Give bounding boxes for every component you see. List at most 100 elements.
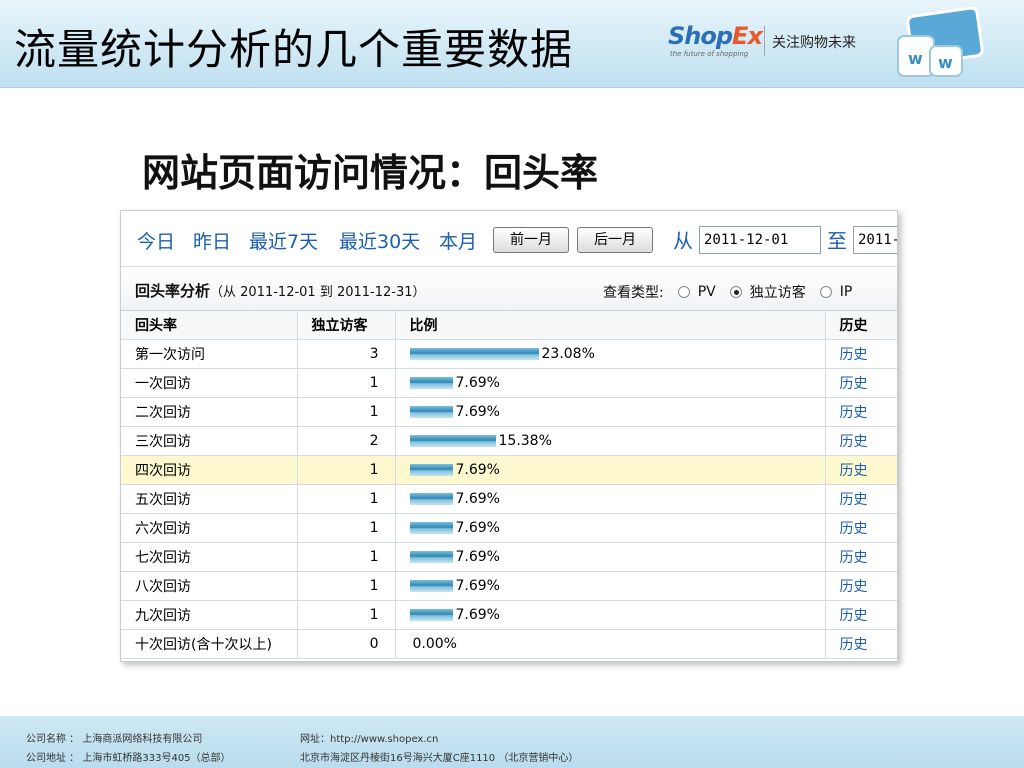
history-link[interactable]: 历史 (840, 434, 868, 450)
row-label: 六次回访 (121, 513, 298, 543)
row-ratio: 7.69% (395, 542, 826, 572)
logo-slogan: 关注购物未来 (772, 35, 856, 51)
www-icon: w w (880, 6, 990, 82)
logo-wordmark: ShopEx (668, 22, 763, 50)
row-label: 第一次访问 (121, 339, 298, 369)
view-type-pv-radio[interactable] (677, 286, 690, 298)
prev-month-button[interactable]: 前一月 (493, 227, 569, 253)
row-visitors: 1 (297, 571, 396, 601)
row-label: 九次回访 (121, 600, 298, 630)
logo-tagline: the future of shopping (670, 50, 749, 58)
table-row: 第一次访问 3 23.08% 历史 (121, 339, 897, 369)
view-type-unique-visitor-label: 独立访客 (749, 285, 806, 301)
row-visitors: 1 (297, 513, 396, 543)
column-header-return-rate: 回头率 (121, 311, 298, 340)
svg-text:w: w (908, 49, 923, 68)
view-type-pv-label: PV (697, 284, 716, 300)
ratio-bar (409, 434, 496, 447)
row-label: 八次回访 (121, 571, 298, 601)
ratio-percent: 7.69% (455, 490, 500, 507)
row-visitors: 1 (297, 542, 396, 572)
ratio-percent: 7.69% (455, 519, 500, 536)
history-link[interactable]: 历史 (840, 637, 868, 653)
table-row: 七次回访 1 7.69% 历史 (121, 542, 897, 572)
return-rate-table: 回头率 独立访客 比例 历史 第一次访问 3 23.08% 历史 一次回访 1 7.69% 历… (121, 311, 897, 659)
row-history: 历史 (825, 339, 897, 369)
to-date-input[interactable]: 2011- (853, 226, 897, 254)
date-link-today[interactable]: 今日 (137, 227, 175, 254)
view-type-ip-radio[interactable] (819, 286, 832, 298)
table-row: 五次回访 1 7.69% 历史 (121, 484, 897, 514)
column-header-visitors: 独立访客 (297, 311, 396, 340)
history-link[interactable]: 历史 (840, 608, 868, 624)
slide-title: 流量统计分析的几个重要数据 (14, 25, 574, 74)
date-link-this-month[interactable]: 本月 (439, 227, 477, 254)
ratio-percent: 7.69% (455, 461, 500, 478)
analysis-header: 回头率分析（从 2011-12-01 到 2011-12-31） 查看类型: P… (121, 267, 897, 311)
from-date-input[interactable]: 2011-12-01 (699, 226, 821, 254)
table-header-row: 回头率 独立访客 比例 历史 (121, 311, 897, 340)
row-history: 历史 (825, 368, 897, 398)
ratio-percent: 7.69% (455, 606, 500, 623)
row-label: 二次回访 (121, 397, 298, 427)
history-link[interactable]: 历史 (840, 347, 868, 363)
row-history: 历史 (825, 600, 897, 630)
row-history: 历史 (825, 513, 897, 543)
ratio-bar (409, 608, 453, 621)
ratio-percent: 7.69% (455, 548, 500, 565)
logo-divider (764, 26, 765, 56)
table-body: 第一次访问 3 23.08% 历史 一次回访 1 7.69% 历史 二次回访 1 7.69% 历史 三次… (121, 339, 897, 659)
history-link[interactable]: 历史 (840, 550, 868, 566)
row-ratio: 7.69% (395, 368, 826, 398)
row-label: 五次回访 (121, 484, 298, 514)
row-history: 历史 (825, 397, 897, 427)
stats-panel: 今日 昨日 最近7天 最近30天 本月 前一月 后一月 从 2011-12-01… (120, 210, 898, 662)
row-history: 历史 (825, 542, 897, 572)
ratio-bar (409, 550, 453, 563)
history-link[interactable]: 历史 (840, 521, 868, 537)
column-header-history: 历史 (825, 311, 897, 340)
row-visitors: 1 (297, 600, 396, 630)
row-visitors: 0 (297, 629, 396, 659)
ratio-bar (409, 376, 453, 389)
ratio-bar (409, 579, 453, 592)
ratio-percent: 15.38% (498, 432, 552, 449)
table-row: 一次回访 1 7.69% 历史 (121, 368, 897, 398)
to-label: 至 (827, 229, 847, 253)
date-link-last-30-days[interactable]: 最近30天 (339, 227, 420, 254)
ratio-bar (409, 521, 453, 534)
history-link[interactable]: 历史 (840, 492, 868, 508)
date-range-bar: 今日 昨日 最近7天 最近30天 本月 前一月 后一月 从 2011-12-01… (121, 211, 897, 267)
date-link-last-7-days[interactable]: 最近7天 (249, 227, 318, 254)
slide-header: 流量统计分析的几个重要数据 ShopEx the future of shopp… (0, 0, 1024, 88)
table-row: 十次回访(含十次以上) 0 0.00% 历史 (121, 629, 897, 659)
slide-footer: 公司名称 ： 上海商派网络科技有限公司 公司地址 ： 上海市虹桥路333号405… (0, 716, 1024, 768)
view-type-label: 查看类型: (603, 285, 664, 301)
table-row: 二次回访 1 7.69% 历史 (121, 397, 897, 427)
view-type-ip-label: IP (839, 284, 853, 300)
analysis-title: 回头率分析（从 2011-12-01 到 2011-12-31） (135, 282, 426, 300)
row-ratio: 7.69% (395, 600, 826, 630)
next-month-button[interactable]: 后一月 (577, 227, 653, 253)
history-link[interactable]: 历史 (840, 405, 868, 421)
ratio-bar (409, 405, 453, 418)
row-visitors: 1 (297, 397, 396, 427)
date-link-yesterday[interactable]: 昨日 (193, 227, 231, 254)
history-link[interactable]: 历史 (840, 579, 868, 595)
row-ratio: 7.69% (395, 397, 826, 427)
ratio-percent: 7.69% (455, 577, 500, 594)
ratio-bar (409, 463, 453, 476)
ratio-bar (409, 347, 539, 360)
history-link[interactable]: 历史 (840, 463, 868, 479)
row-label: 三次回访 (121, 426, 298, 456)
row-history: 历史 (825, 484, 897, 514)
analysis-date-range: （从 2011-12-01 到 2011-12-31） (210, 285, 426, 300)
table-row: 三次回访 2 15.38% 历史 (121, 426, 897, 456)
section-title: 网站页面访问情况：回头率 (142, 150, 599, 195)
ratio-percent: 7.69% (455, 374, 500, 391)
footer-website: 网址：http://www.shopex.cn (300, 734, 439, 745)
row-visitors: 2 (297, 426, 396, 456)
row-history: 历史 (825, 571, 897, 601)
history-link[interactable]: 历史 (840, 376, 868, 392)
view-type-unique-visitor-radio[interactable] (729, 286, 742, 298)
